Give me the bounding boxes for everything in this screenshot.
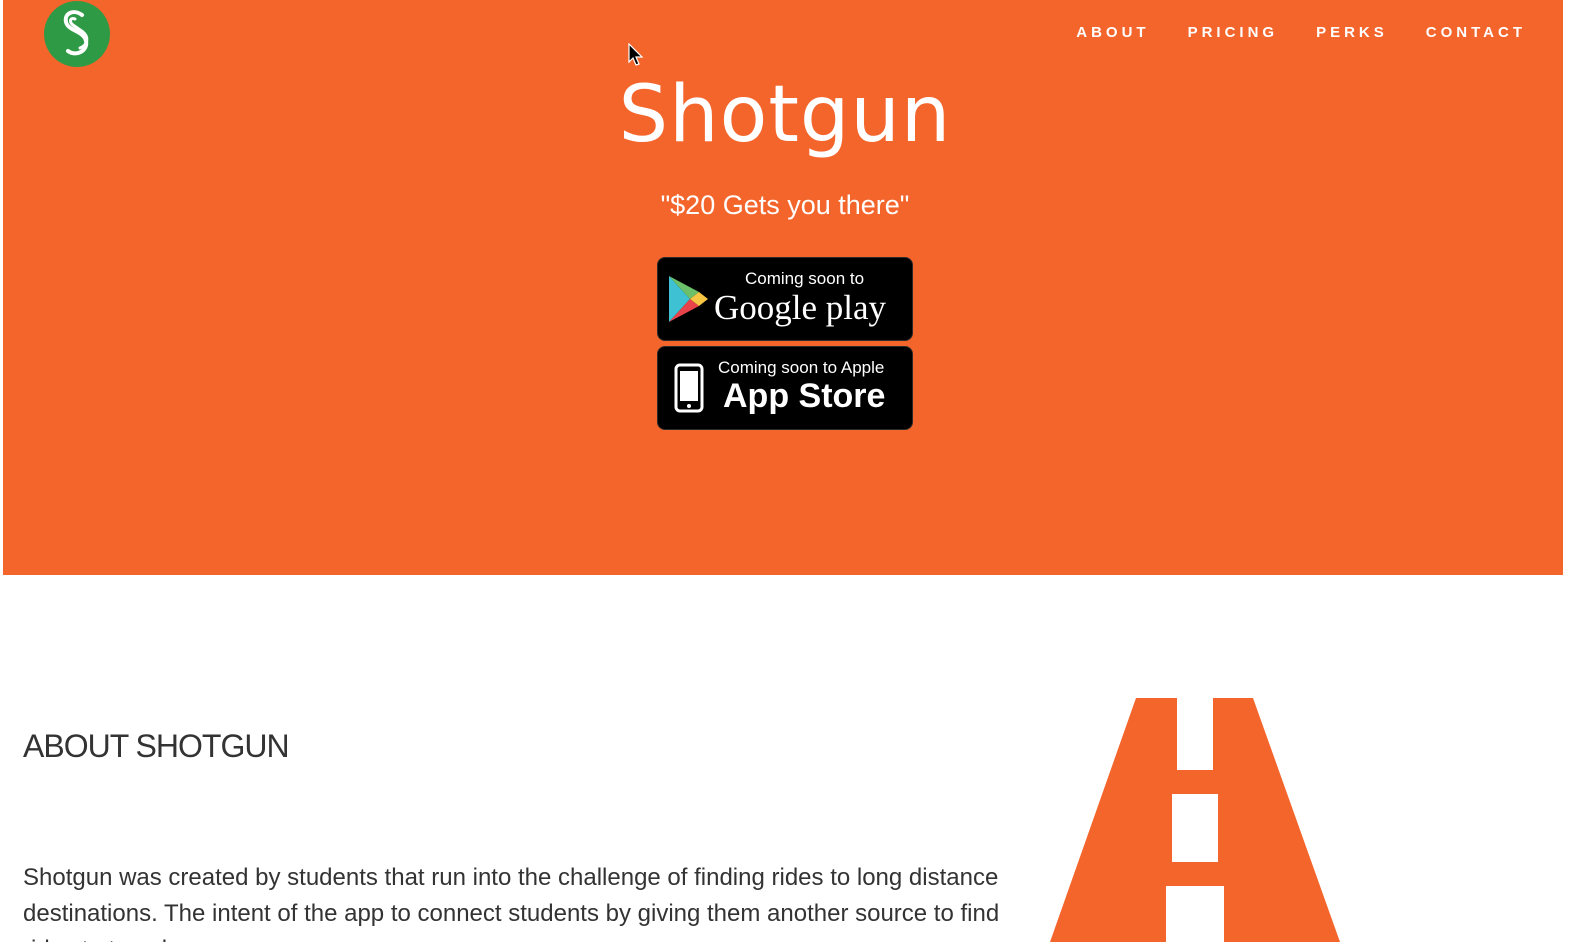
- nav-about-link[interactable]: ABOUT: [1076, 24, 1149, 41]
- mouse-cursor-icon: [627, 42, 645, 69]
- nav-perks-link[interactable]: PERKS: [1316, 24, 1388, 41]
- app-store-button[interactable]: Coming soon to Apple App Store: [657, 346, 913, 430]
- hero-tagline: "$20 Gets you there": [660, 190, 910, 220]
- app-store-small-text: Coming soon to Apple: [718, 358, 885, 377]
- google-play-big-text: Google play: [714, 288, 887, 327]
- about-text: Shotgun was created by students that run…: [23, 864, 1000, 942]
- hero-title: Shotgun: [618, 70, 952, 160]
- phone-icon: [674, 363, 704, 418]
- nav-pricing-link[interactable]: PRICING: [1188, 24, 1279, 41]
- main-nav: ABOUT PRICING PERKS CONTACT: [1038, 24, 1526, 41]
- google-play-icon: [666, 274, 710, 329]
- about-heading: ABOUT SHOTGUN: [23, 728, 290, 764]
- google-play-small-text: Coming soon to: [745, 269, 865, 288]
- shotgun-logo-icon[interactable]: [44, 1, 110, 67]
- nav-contact-link[interactable]: CONTACT: [1426, 24, 1526, 41]
- google-play-button[interactable]: Coming soon to Google play: [657, 257, 913, 341]
- app-store-big-text: App Store: [723, 377, 886, 415]
- page: ABOUT PRICING PERKS CONTACT Shotgun "$20…: [0, 0, 1570, 942]
- road-icon: [1050, 698, 1340, 942]
